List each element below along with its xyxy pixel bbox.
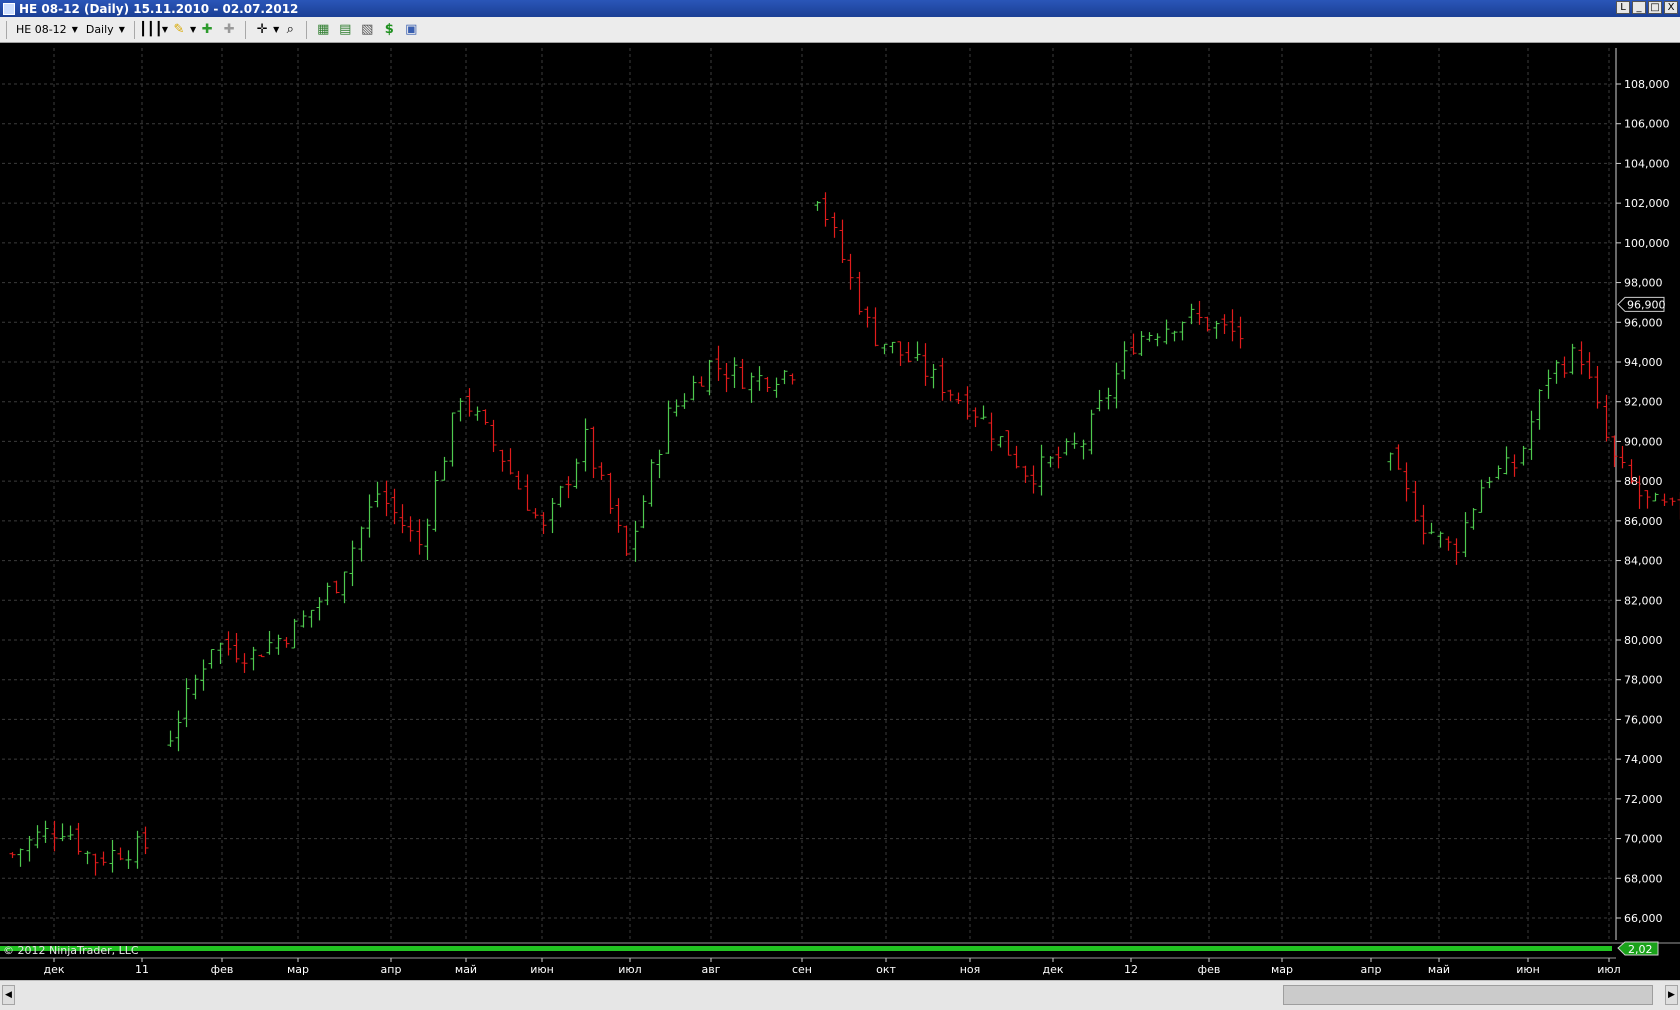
last-price-label: 96,900 xyxy=(1627,298,1666,311)
chart-trader-icon[interactable]: ▧ xyxy=(358,21,376,39)
data-box-icon[interactable]: ▤ xyxy=(336,21,354,39)
x-tick-label: фев xyxy=(1198,963,1221,976)
period-selector[interactable]: Daily ▼ xyxy=(86,23,125,36)
properties-icon[interactable]: ▣ xyxy=(402,21,420,39)
instrument-label: HE 08-12 xyxy=(16,23,67,36)
x-tick-label: дек xyxy=(43,963,64,976)
chart-scrollbar[interactable]: ◀ ▶ xyxy=(0,980,1680,1010)
strategy-icon[interactable]: ▦ xyxy=(314,21,332,39)
volume-value-marker: 2,02 xyxy=(1617,941,1659,956)
x-tick-label: май xyxy=(1428,963,1450,976)
bar-style-icon[interactable]: ┃┃┃ xyxy=(139,21,162,39)
toolbar-separator xyxy=(306,20,308,39)
y-tick-label: 66,000 xyxy=(1624,912,1663,925)
y-tick-label: 74,000 xyxy=(1624,753,1663,766)
title-bar: HE 08-12 (Daily) 15.11.2010 - 02.07.2012… xyxy=(0,0,1680,17)
y-tick-label: 76,000 xyxy=(1624,713,1663,726)
y-tick-label: 72,000 xyxy=(1624,793,1663,806)
chart-toolbar: HE 08-12 ▼ Daily ▼ ┃┃┃ ▼ ✎ ▼ ✚ ✚ ✛ ▼ ⌕ ▦ ▤… xyxy=(0,17,1680,43)
x-tick-label: 12 xyxy=(1124,963,1138,976)
y-tick-label: 82,000 xyxy=(1624,594,1663,607)
y-tick-label: 102,000 xyxy=(1624,197,1670,210)
scroll-right-icon[interactable]: ▶ xyxy=(1665,985,1678,1005)
y-tick-label: 104,000 xyxy=(1624,157,1670,170)
y-tick-label: 84,000 xyxy=(1624,555,1663,568)
x-tick-label: май xyxy=(455,963,477,976)
window-controls: L _ □ X xyxy=(1616,1,1678,14)
x-tick-label: 11 xyxy=(135,963,149,976)
y-tick-label: 94,000 xyxy=(1624,356,1663,369)
scroll-left-icon[interactable]: ◀ xyxy=(2,985,15,1005)
chevron-down-icon[interactable]: ▼ xyxy=(162,25,168,34)
y-tick-label: 100,000 xyxy=(1624,237,1670,250)
volume-line xyxy=(0,946,1612,951)
y-tick-label: 88,000 xyxy=(1624,475,1663,488)
price-chart[interactable]: 66,000 68,000 70,000 72,000 74,000 76,000 78,0… xyxy=(0,44,1680,980)
x-tick-label: июл xyxy=(1597,963,1620,976)
pencil-draw-icon[interactable]: ✎ xyxy=(170,21,188,39)
instrument-selector[interactable]: HE 08-12 ▼ xyxy=(16,23,78,36)
x-tick-label: фев xyxy=(211,963,234,976)
y-tick-label: 78,000 xyxy=(1624,674,1663,687)
window-title: HE 08-12 (Daily) 15.11.2010 - 02.07.2012 xyxy=(19,1,299,16)
minimize-button[interactable]: _ xyxy=(1632,1,1646,14)
chevron-down-icon: ▼ xyxy=(118,25,125,34)
toolbar-separator xyxy=(245,20,247,39)
app-icon xyxy=(3,2,15,15)
x-tick-label: апр xyxy=(1361,963,1382,976)
x-tick-label: июл xyxy=(618,963,641,976)
toolbar-separator xyxy=(133,20,135,39)
remove-indicator-icon[interactable]: ✚ xyxy=(220,21,238,39)
y-tick-label: 92,000 xyxy=(1624,396,1663,409)
x-tick-label: дек xyxy=(1042,963,1063,976)
close-button[interactable]: X xyxy=(1664,1,1678,14)
zoom-icon[interactable]: ⌕ xyxy=(281,21,299,39)
x-tick-label: окт xyxy=(876,963,896,976)
y-tick-label: 96,000 xyxy=(1624,316,1663,329)
x-tick-label: мар xyxy=(287,963,309,976)
period-label: Daily xyxy=(85,23,114,36)
chevron-down-icon[interactable]: ▼ xyxy=(190,25,196,34)
y-tick-label: 108,000 xyxy=(1624,78,1670,91)
y-tick-label: 106,000 xyxy=(1624,118,1670,131)
y-tick-label: 86,000 xyxy=(1624,515,1663,528)
y-tick-label: 68,000 xyxy=(1624,872,1663,885)
y-tick-label: 90,000 xyxy=(1624,435,1663,448)
crosshair-icon[interactable]: ✛ xyxy=(253,21,271,39)
y-tick-label: 70,000 xyxy=(1624,833,1663,846)
dollar-icon[interactable]: $ xyxy=(380,21,398,39)
x-tick-label: июн xyxy=(1516,963,1540,976)
add-indicator-icon[interactable]: ✚ xyxy=(198,21,216,39)
y-tick-label: 80,000 xyxy=(1624,634,1663,647)
x-tick-label: июн xyxy=(530,963,554,976)
x-tick-label: апр xyxy=(381,963,402,976)
maximize-button[interactable]: □ xyxy=(1648,1,1662,14)
x-tick-label: авг xyxy=(701,963,720,976)
last-price-marker: 96,900 xyxy=(1617,296,1666,312)
x-tick-label: ноя xyxy=(960,963,981,976)
chevron-down-icon: ▼ xyxy=(71,25,78,34)
y-tick-label: 98,000 xyxy=(1624,277,1663,290)
x-tick-label: сен xyxy=(792,963,812,976)
link-button[interactable]: L xyxy=(1616,1,1630,14)
volume-value-label: 2,02 xyxy=(1628,943,1653,956)
chart-background xyxy=(0,44,1680,980)
chevron-down-icon[interactable]: ▼ xyxy=(273,25,279,34)
toolbar-grip xyxy=(6,20,7,39)
copyright-text: © 2012 NinjaTrader, LLC xyxy=(3,944,139,957)
x-tick-label: мар xyxy=(1271,963,1293,976)
scrollbar-thumb[interactable] xyxy=(1283,985,1653,1005)
